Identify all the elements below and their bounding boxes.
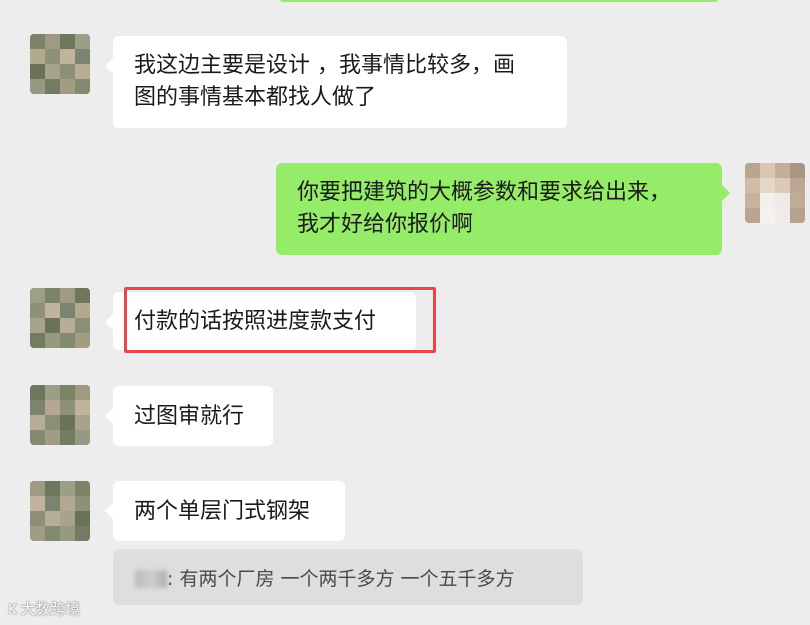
quote-sender-suffix: : [167,568,174,590]
pixelated-avatar-image [745,163,805,223]
blurred-sender-name [135,570,167,588]
contact-avatar[interactable] [30,34,90,94]
message-line: 你要把建筑的大概参数和要求给出来， [297,180,672,205]
watermark-text: 大数跨境 [20,600,81,618]
message-bubble[interactable]: 过图审就行 [105,386,273,446]
previous-outgoing-bubble [278,0,720,2]
pixelated-avatar-image [30,481,90,541]
brand-logo-icon: K [8,602,18,618]
quoted-message[interactable]: : 有两个厂房 一个两千多方 一个五千多方 [113,549,583,605]
message-line: 我这边主要是设计 ，我事情比较多，画 [134,53,515,78]
message-bubble-outgoing[interactable]: 你要把建筑的大概参数和要求给出来， 我才好给你报价啊 [276,163,730,255]
pixelated-avatar-image [30,34,90,94]
contact-avatar[interactable] [30,481,90,541]
quote-text: 有两个厂房 一个两千多方 一个五千多方 [179,568,515,590]
pixelated-avatar-image [30,288,90,348]
message-line: 图的事情基本都找人做了 [134,85,377,110]
highlight-box [124,287,436,353]
contact-avatar[interactable] [30,385,90,445]
watermark: K 大数跨境 [8,598,80,619]
message-line: 我才好给你报价啊 [297,212,474,237]
pixelated-avatar-image [30,385,90,445]
message-line: 过图审就行 [134,404,245,429]
message-bubble[interactable]: 我这边主要是设计 ，我事情比较多，画 图的事情基本都找人做了 [105,36,567,128]
message-line: 两个单层门式钢架 [134,499,311,524]
contact-avatar[interactable] [30,288,90,348]
message-bubble[interactable]: 两个单层门式钢架 [105,481,345,541]
my-avatar[interactable] [745,163,805,223]
